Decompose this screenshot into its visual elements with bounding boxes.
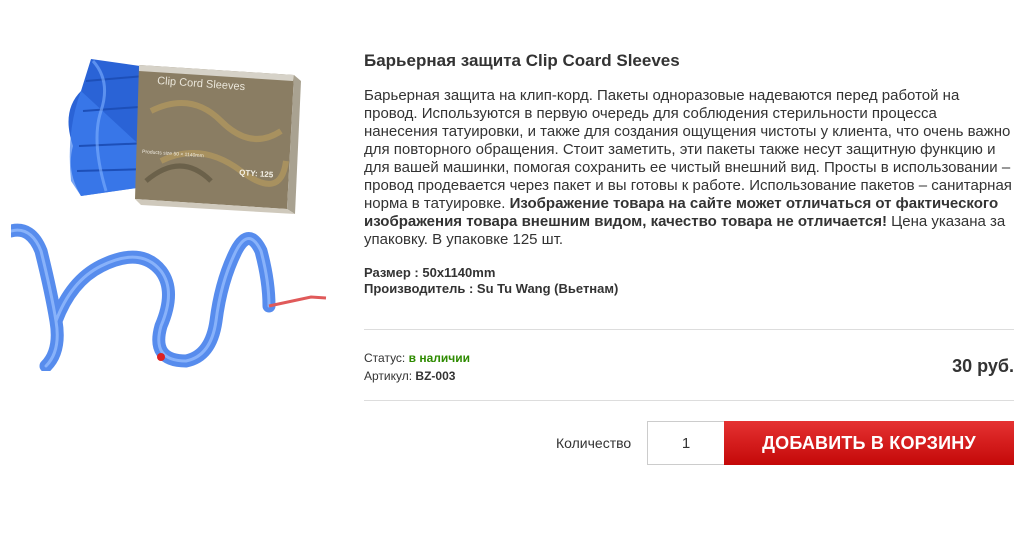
product-price: 30 руб. xyxy=(952,356,1014,376)
sku-label: Артикул: xyxy=(364,369,413,383)
description-text: Барьерная защита на клип-корд. Пакеты од… xyxy=(364,87,1012,212)
loose-sleeve-image xyxy=(11,223,327,371)
add-to-cart-button[interactable]: ДОБАВИТЬ В КОРЗИНУ xyxy=(724,421,1014,465)
product-info: Барьерная защита Clip Coard Sleeves Барь… xyxy=(364,50,1014,297)
status-block: Статус: в наличии Артикул: BZ-003 xyxy=(364,349,470,385)
quantity-input[interactable] xyxy=(647,421,724,465)
status-line: Статус: в наличии xyxy=(364,349,470,367)
sku-line: Артикул: BZ-003 xyxy=(364,367,470,385)
product-specs: Размер : 50x1140mm Производитель : Su Tu… xyxy=(364,265,1014,297)
product-title: Барьерная защита Clip Coard Sleeves xyxy=(364,51,680,70)
sku-value: BZ-003 xyxy=(415,369,456,383)
product-image[interactable]: Clip Cord Sleeves Products size 50 × 114… xyxy=(11,51,327,371)
divider-bottom xyxy=(364,400,1014,401)
quantity-label: Количество xyxy=(556,435,632,451)
product-description: Барьерная защита на клип-корд. Пакеты од… xyxy=(364,87,1014,249)
divider-top xyxy=(364,329,1014,330)
status-badge: в наличии xyxy=(408,351,470,365)
manufacturer-spec: Производитель : Su Tu Wang (Вьетнам) xyxy=(364,281,619,296)
product-box-image: Clip Cord Sleeves Products size 50 × 114… xyxy=(135,65,301,214)
size-spec: Размер : 50x1140mm xyxy=(364,265,496,280)
status-label: Статус: xyxy=(364,351,406,365)
